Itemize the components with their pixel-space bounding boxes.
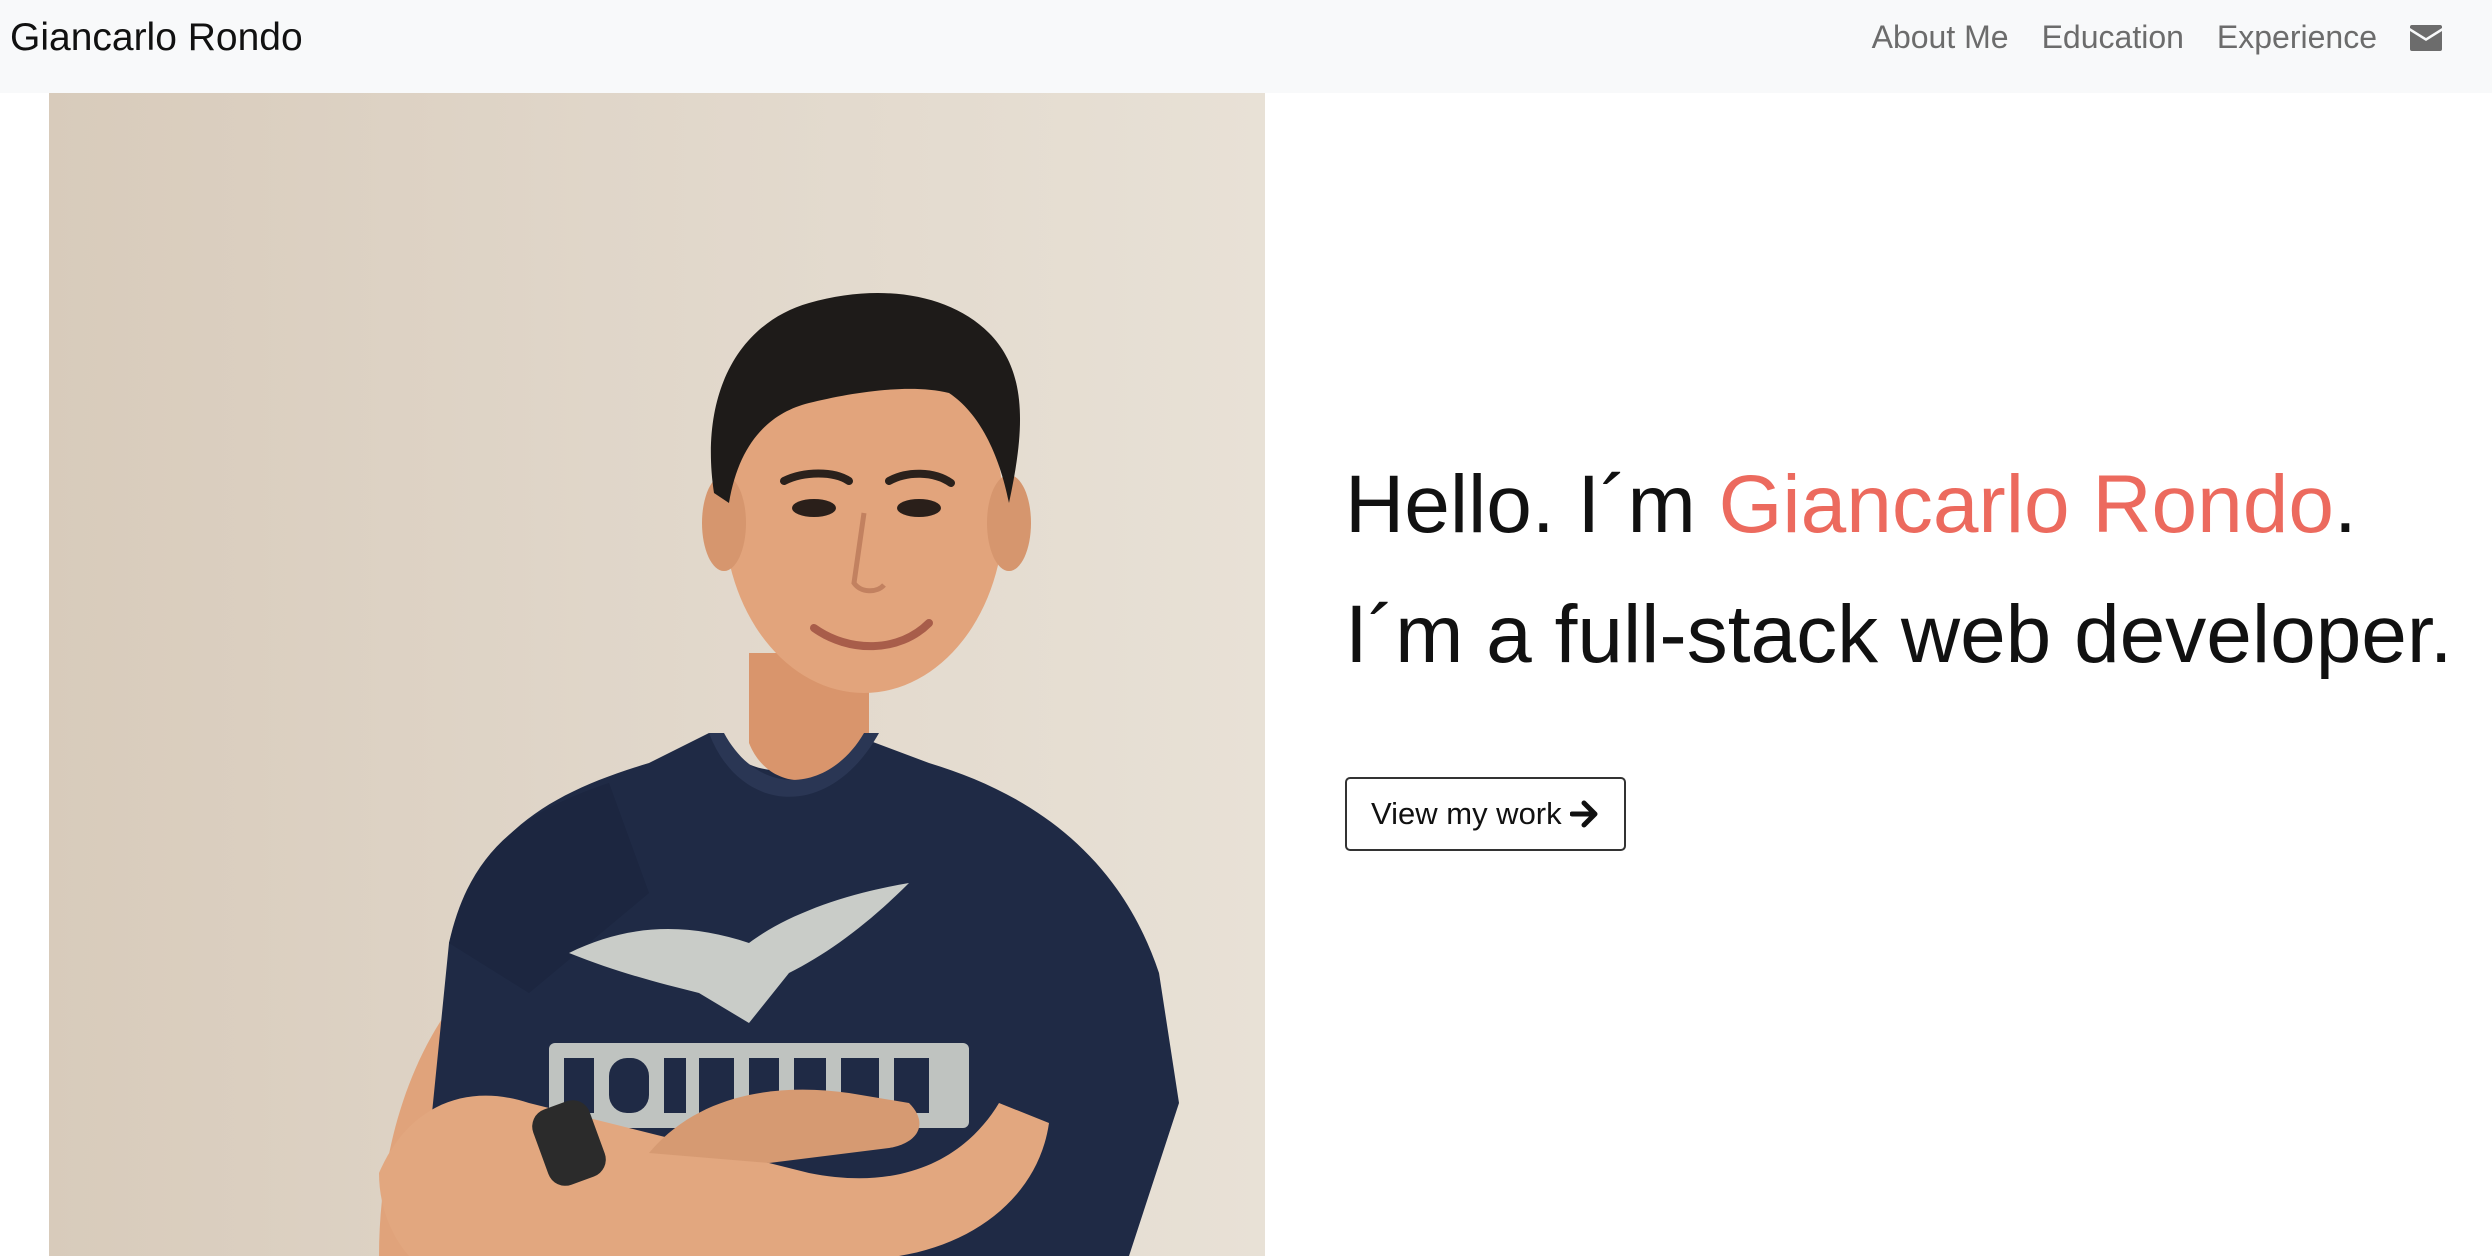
nav-links: About Me Education Experience [1839,15,2442,60]
envelope-icon[interactable] [2410,24,2442,51]
brand-link[interactable]: Giancarlo Rondo [10,15,303,60]
profile-photo [49,93,1265,1256]
greeting-prefix: Hello. I´m [1345,459,1719,550]
nav-link-education[interactable]: Education [2042,15,2184,60]
arrow-right-icon [1569,800,1598,828]
nav-link-experience[interactable]: Experience [2217,15,2377,60]
navbar: Giancarlo Rondo About Me Education Exper… [0,0,2492,93]
view-my-work-button[interactable]: View my work [1345,777,1626,851]
nav-link-about-me[interactable]: About Me [1872,15,2009,60]
view-my-work-label: View my work [1371,796,1562,831]
hero-tagline: I´m a full-stack web developer. [1345,589,2453,680]
hero-name: Giancarlo Rondo [1718,459,2334,550]
hero-section: Hello. I´m Giancarlo Rondo. I´m a full-s… [1345,440,2465,700]
hero-greeting: Hello. I´m Giancarlo Rondo. [1345,440,2465,570]
greeting-suffix: . [2333,459,2357,550]
